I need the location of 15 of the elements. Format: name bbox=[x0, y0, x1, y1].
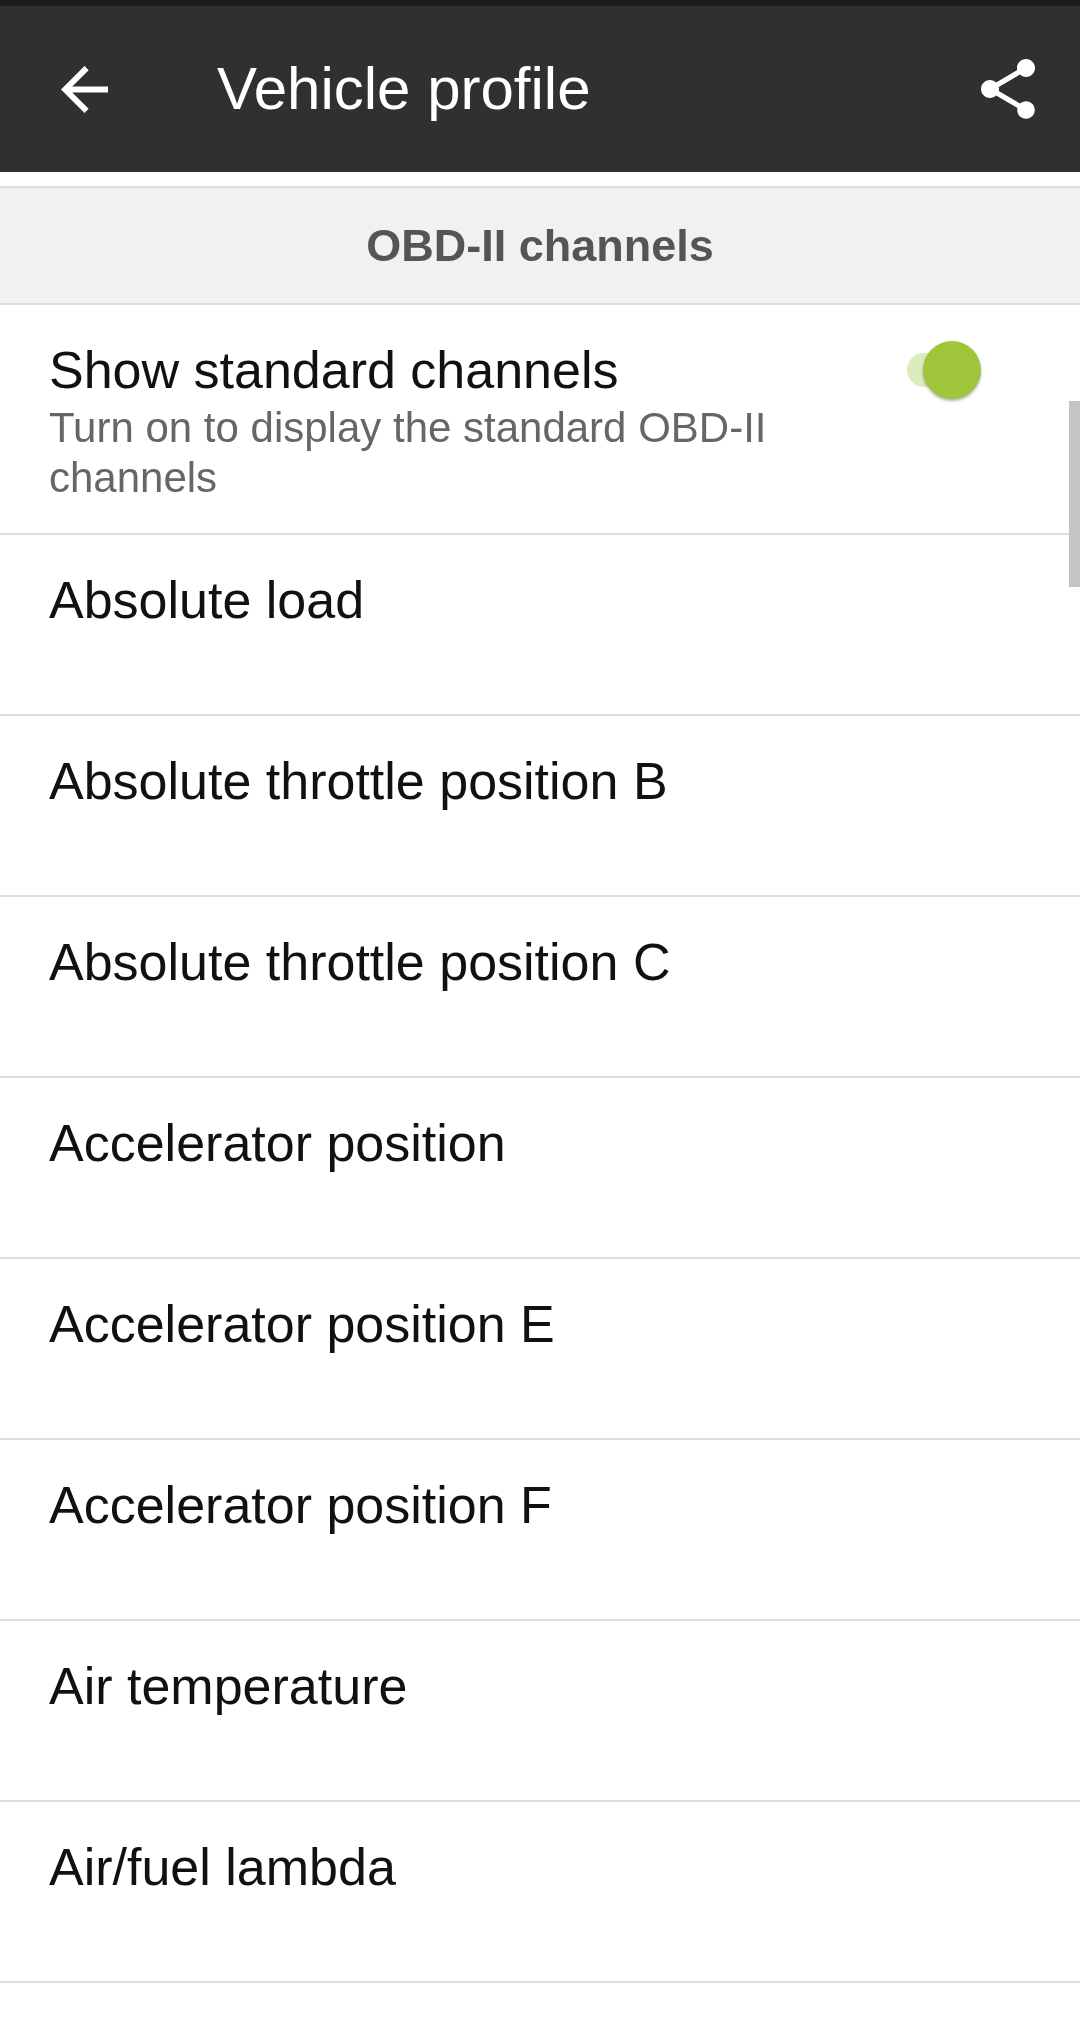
screen-title: Vehicle profile bbox=[217, 54, 592, 124]
channel-list-item[interactable]: Accelerator position E bbox=[0, 1259, 1080, 1440]
channel-list-item[interactable]: Air temperature bbox=[0, 1621, 1080, 1802]
channel-list-item[interactable]: Accelerator position F bbox=[0, 1440, 1080, 1621]
section-title: OBD-II channels bbox=[366, 218, 714, 273]
back-arrow-icon bbox=[61, 65, 108, 113]
channel-list-item[interactable]: Air/fuel lambda bbox=[0, 1802, 1080, 1983]
setting-title: Show standard channels bbox=[49, 340, 619, 401]
channel-list-item[interactable]: Absolute throttle position C bbox=[0, 897, 1080, 1078]
setting-description: Turn on to display the standard OBD-II channels bbox=[49, 403, 768, 503]
share-icon bbox=[981, 59, 1035, 119]
share-button[interactable] bbox=[981, 59, 1035, 119]
channel-list-item[interactable]: Absolute throttle position B bbox=[0, 716, 1080, 897]
back-button[interactable] bbox=[61, 65, 108, 113]
channel-list-item[interactable]: Accelerator position bbox=[0, 1078, 1080, 1259]
